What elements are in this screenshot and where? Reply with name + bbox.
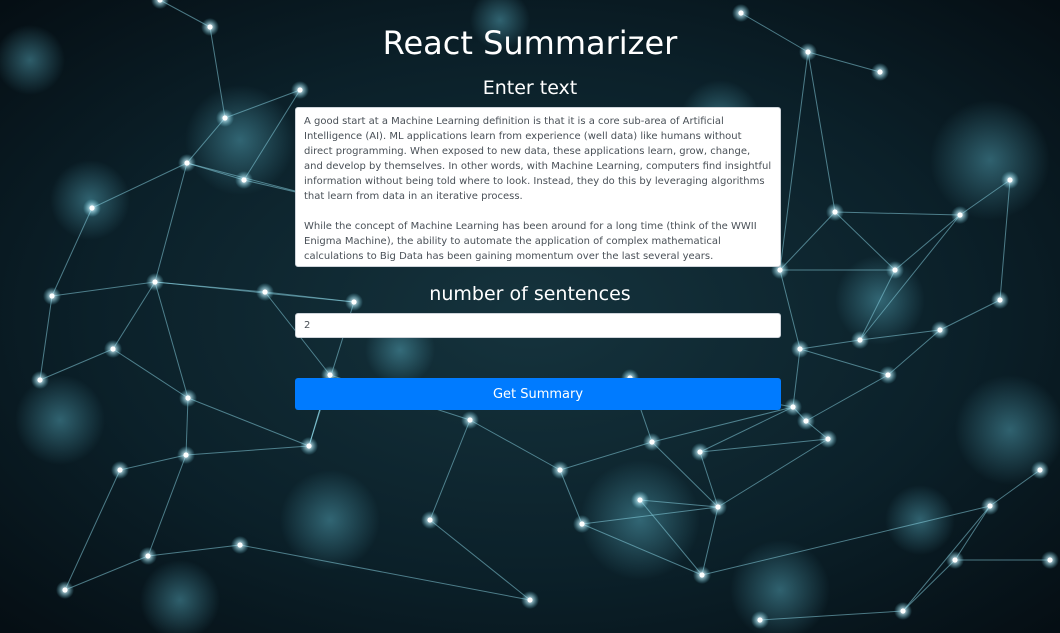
get-summary-button[interactable]: Get Summary xyxy=(295,378,781,410)
enter-text-label: Enter text xyxy=(482,77,578,99)
number-of-sentences-label: number of sentences xyxy=(429,283,631,305)
number-of-sentences-input[interactable] xyxy=(295,313,781,338)
page-title: React Summarizer xyxy=(382,24,678,62)
app-container: React Summarizer Enter text number of se… xyxy=(0,0,1060,633)
text-input[interactable] xyxy=(295,107,781,267)
